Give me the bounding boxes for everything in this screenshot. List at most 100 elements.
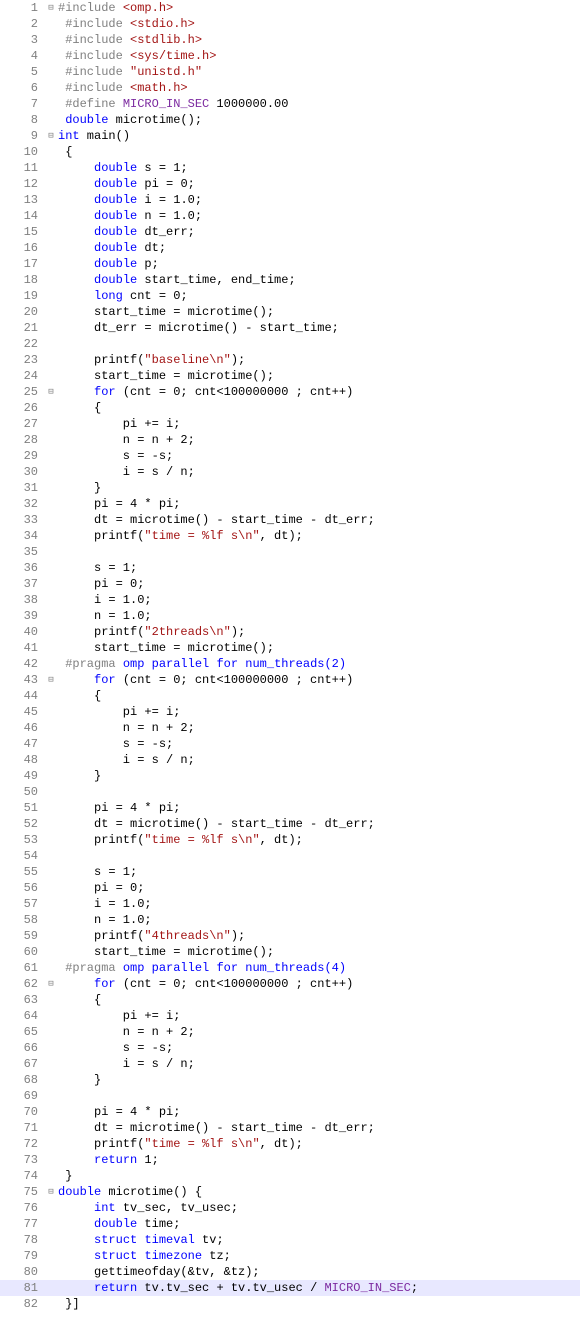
code-text[interactable]: #define MICRO_IN_SEC 1000000.00 [58,96,580,112]
fold-toggle-icon[interactable]: ⊟ [44,1184,58,1200]
code-text[interactable]: n = n + 2; [58,1024,580,1040]
code-line[interactable]: 66 s = -s; [0,1040,580,1056]
code-line[interactable]: 50 [0,784,580,800]
code-line[interactable]: 65 n = n + 2; [0,1024,580,1040]
code-text[interactable]: #include "unistd.h" [58,64,580,80]
code-line[interactable]: 2 #include <stdio.h> [0,16,580,32]
code-text[interactable]: pi = 0; [58,576,580,592]
code-line[interactable]: 9⊟int main() [0,128,580,144]
code-line[interactable]: 1⊟#include <omp.h> [0,0,580,16]
code-line[interactable]: 62⊟ for (cnt = 0; cnt<100000000 ; cnt++) [0,976,580,992]
code-line[interactable]: 41 start_time = microtime(); [0,640,580,656]
code-text[interactable]: printf("2threads\n"); [58,624,580,640]
code-line[interactable]: 4 #include <sys/time.h> [0,48,580,64]
code-text[interactable]: i = s / n; [58,464,580,480]
code-line[interactable]: 64 pi += i; [0,1008,580,1024]
code-line[interactable]: 57 i = 1.0; [0,896,580,912]
code-line[interactable]: 18 double start_time, end_time; [0,272,580,288]
code-line[interactable]: 52 dt = microtime() - start_time - dt_er… [0,816,580,832]
code-text[interactable]: #pragma omp parallel for num_threads(4) [58,960,580,976]
code-line[interactable]: 40 printf("2threads\n"); [0,624,580,640]
code-line[interactable]: 35 [0,544,580,560]
code-text[interactable]: struct timeval tv; [58,1232,580,1248]
code-line[interactable]: 68 } [0,1072,580,1088]
code-line[interactable]: 22 [0,336,580,352]
code-line[interactable]: 21 dt_err = microtime() - start_time; [0,320,580,336]
code-text[interactable]: s = 1; [58,864,580,880]
fold-toggle-icon[interactable]: ⊟ [44,0,58,16]
code-text[interactable]: int main() [58,128,580,144]
code-text[interactable]: pi += i; [58,1008,580,1024]
code-line[interactable]: 24 start_time = microtime(); [0,368,580,384]
code-text[interactable]: n = n + 2; [58,720,580,736]
code-line[interactable]: 14 double n = 1.0; [0,208,580,224]
code-text[interactable]: dt = microtime() - start_time - dt_err; [58,1120,580,1136]
code-text[interactable]: i = 1.0; [58,896,580,912]
code-text[interactable]: return tv.tv_sec + tv.tv_usec / MICRO_IN… [58,1280,580,1296]
code-line[interactable]: 45 pi += i; [0,704,580,720]
code-text[interactable]: start_time = microtime(); [58,368,580,384]
code-text[interactable]: double pi = 0; [58,176,580,192]
code-line[interactable]: 71 dt = microtime() - start_time - dt_er… [0,1120,580,1136]
code-text[interactable]: start_time = microtime(); [58,304,580,320]
code-line[interactable]: 72 printf("time = %lf s\n", dt); [0,1136,580,1152]
code-text[interactable]: { [58,992,580,1008]
code-line[interactable]: 59 printf("4threads\n"); [0,928,580,944]
code-line[interactable]: 79 struct timezone tz; [0,1248,580,1264]
code-text[interactable]: pi = 4 * pi; [58,496,580,512]
code-line[interactable]: 30 i = s / n; [0,464,580,480]
code-text[interactable]: #include <math.h> [58,80,580,96]
code-line[interactable]: 31 } [0,480,580,496]
code-text[interactable]: double microtime() { [58,1184,580,1200]
code-line[interactable]: 67 i = s / n; [0,1056,580,1072]
code-line[interactable]: 38 i = 1.0; [0,592,580,608]
code-line[interactable]: 42 #pragma omp parallel for num_threads(… [0,656,580,672]
code-line[interactable]: 20 start_time = microtime(); [0,304,580,320]
code-line[interactable]: 7 #define MICRO_IN_SEC 1000000.00 [0,96,580,112]
code-line[interactable]: 13 double i = 1.0; [0,192,580,208]
code-line[interactable]: 25⊟ for (cnt = 0; cnt<100000000 ; cnt++) [0,384,580,400]
code-text[interactable]: i = s / n; [58,1056,580,1072]
code-line[interactable]: 81 return tv.tv_sec + tv.tv_usec / MICRO… [0,1280,580,1296]
code-line[interactable]: 43⊟ for (cnt = 0; cnt<100000000 ; cnt++) [0,672,580,688]
code-text[interactable]: #include <omp.h> [58,0,580,16]
code-text[interactable]: printf("time = %lf s\n", dt); [58,1136,580,1152]
code-line[interactable]: 16 double dt; [0,240,580,256]
code-text[interactable]: s = -s; [58,1040,580,1056]
code-line[interactable]: 78 struct timeval tv; [0,1232,580,1248]
code-text[interactable]: dt_err = microtime() - start_time; [58,320,580,336]
code-text[interactable]: int tv_sec, tv_usec; [58,1200,580,1216]
code-text[interactable]: printf("baseline\n"); [58,352,580,368]
code-line[interactable]: 76 int tv_sec, tv_usec; [0,1200,580,1216]
fold-toggle-icon[interactable]: ⊟ [44,672,58,688]
code-text[interactable]: double p; [58,256,580,272]
code-text[interactable]: } [58,1072,580,1088]
code-line[interactable]: 3 #include <stdlib.h> [0,32,580,48]
code-text[interactable]: s = -s; [58,448,580,464]
code-text[interactable]: double dt; [58,240,580,256]
code-line[interactable]: 10 { [0,144,580,160]
code-line[interactable]: 36 s = 1; [0,560,580,576]
code-line[interactable]: 60 start_time = microtime(); [0,944,580,960]
code-line[interactable]: 23 printf("baseline\n"); [0,352,580,368]
code-line[interactable]: 39 n = 1.0; [0,608,580,624]
code-text[interactable]: { [58,688,580,704]
code-line[interactable]: 44 { [0,688,580,704]
code-line[interactable]: 54 [0,848,580,864]
code-line[interactable]: 75⊟double microtime() { [0,1184,580,1200]
code-line[interactable]: 6 #include <math.h> [0,80,580,96]
code-line[interactable]: 33 dt = microtime() - start_time - dt_er… [0,512,580,528]
code-line[interactable]: 15 double dt_err; [0,224,580,240]
code-line[interactable]: 69 [0,1088,580,1104]
code-text[interactable]: double time; [58,1216,580,1232]
code-line[interactable]: 70 pi = 4 * pi; [0,1104,580,1120]
code-line[interactable]: 29 s = -s; [0,448,580,464]
code-line[interactable]: 12 double pi = 0; [0,176,580,192]
code-text[interactable]: s = 1; [58,560,580,576]
code-text[interactable]: gettimeofday(&tv, &tz); [58,1264,580,1280]
code-text[interactable]: i = s / n; [58,752,580,768]
code-line[interactable]: 11 double s = 1; [0,160,580,176]
code-line[interactable]: 82 }] [0,1296,580,1312]
code-line[interactable]: 26 { [0,400,580,416]
code-line[interactable]: 63 { [0,992,580,1008]
